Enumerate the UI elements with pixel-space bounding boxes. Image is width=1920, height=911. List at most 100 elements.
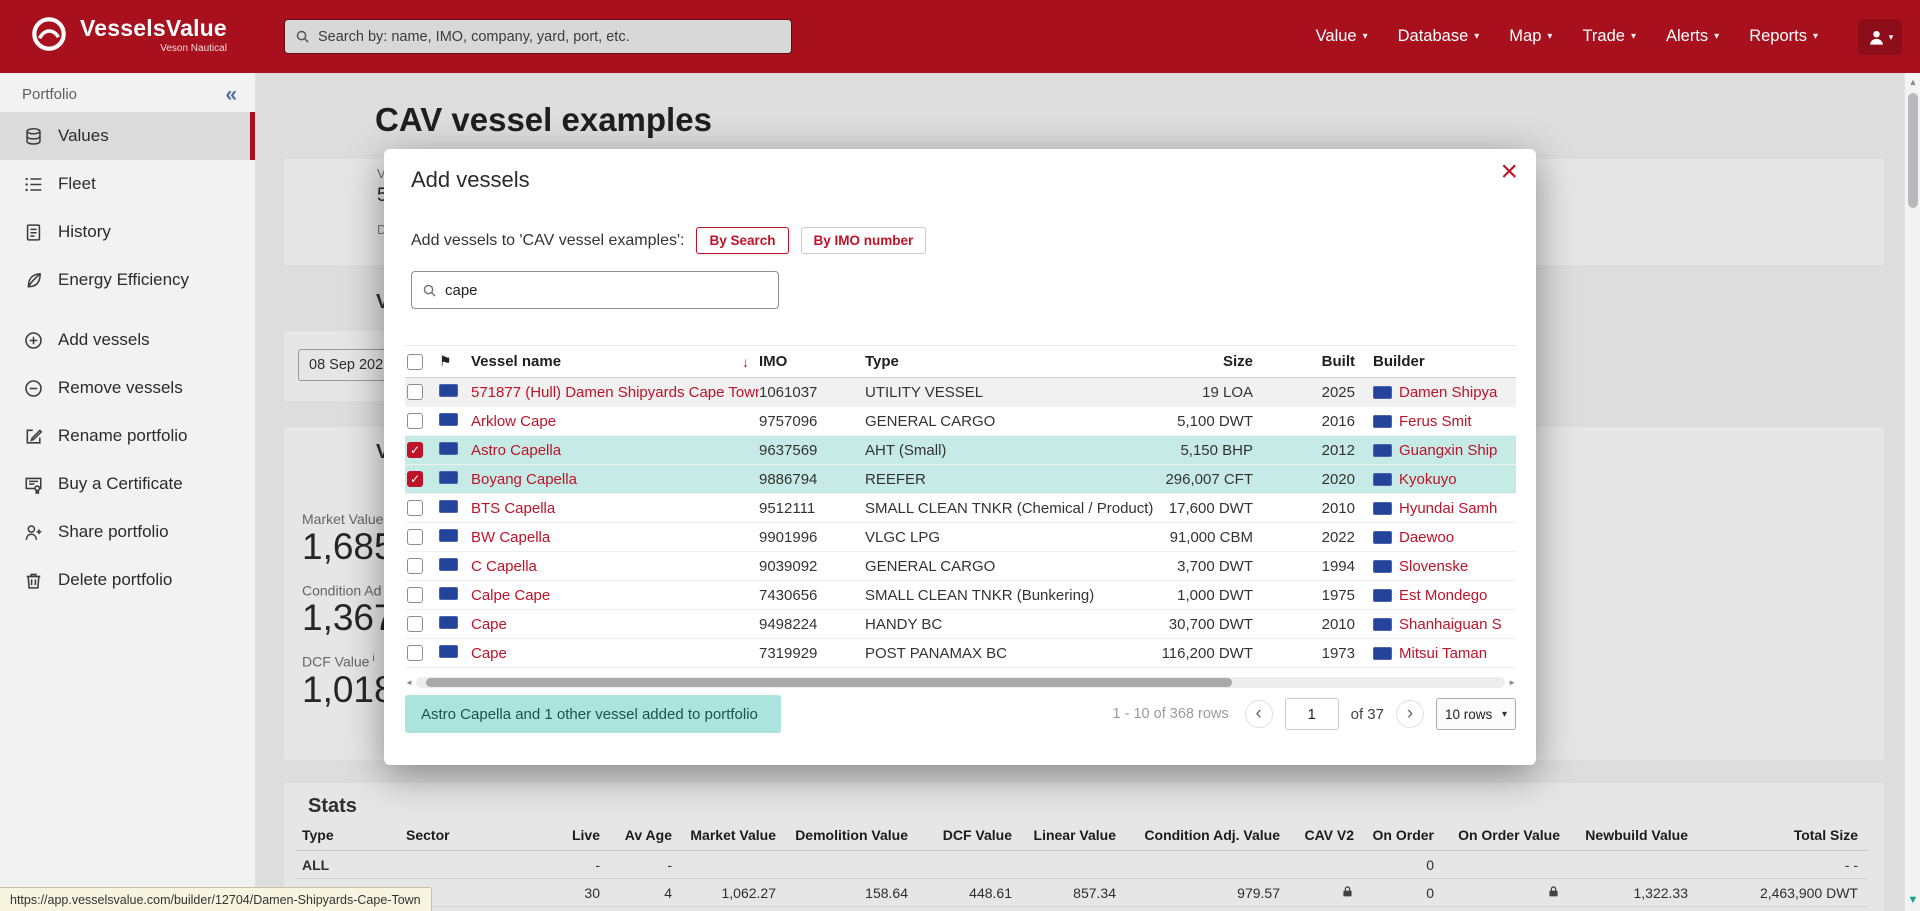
row-checkbox[interactable] — [407, 384, 423, 400]
sidebar-item-energy-efficiency[interactable]: Energy Efficiency — [0, 256, 255, 304]
sort-desc-icon[interactable]: ↓ — [742, 354, 749, 370]
scrollbar-thumb[interactable] — [1908, 93, 1918, 208]
vessel-name-link[interactable]: Boyang Capella — [471, 471, 577, 488]
sidebar-item-remove-vessels[interactable]: Remove vessels — [0, 364, 255, 412]
vessel-row[interactable]: Boyang Capella 9886794 REEFER 296,007 CF… — [405, 465, 1516, 494]
sidebar-item-fleet[interactable]: Fleet — [0, 160, 255, 208]
rows-per-page-select[interactable]: 10 rows ▾ — [1436, 698, 1516, 730]
collapse-sidebar-icon[interactable]: « — [225, 87, 237, 102]
vessel-name-link[interactable]: Astro Capella — [471, 442, 561, 459]
builder-flag-icon — [1373, 415, 1392, 428]
remove-circle-icon — [24, 379, 43, 398]
vessel-row[interactable]: Cape 7319929 POST PANAMAX BC 116,200 DWT… — [405, 639, 1516, 668]
close-icon[interactable]: × — [1500, 157, 1518, 187]
row-checkbox[interactable] — [407, 558, 423, 574]
next-page-button[interactable]: › — [1396, 700, 1424, 728]
vessel-flag-icon — [439, 442, 458, 455]
global-search[interactable] — [284, 19, 792, 54]
scroll-left-icon[interactable]: ◄ — [405, 678, 413, 687]
horizontal-scroll-thumb[interactable] — [426, 678, 1232, 687]
vessel-name-link[interactable]: Calpe Cape — [471, 587, 550, 604]
page-count-text: of 37 — [1351, 706, 1384, 723]
vessel-row[interactable]: BW Capella 9901996 VLGC LPG 91,000 CBM 2… — [405, 523, 1516, 552]
page-scrollbar[interactable]: ▲ ▼ — [1904, 73, 1920, 911]
sidebar-item-buy-a-certificate[interactable]: Buy a Certificate — [0, 460, 255, 508]
vessel-row[interactable]: Calpe Cape 7430656 SMALL CLEAN TNKR (Bun… — [405, 581, 1516, 610]
by-imo-number-button[interactable]: By IMO number — [801, 227, 927, 254]
column-header-builder[interactable]: Builder — [1373, 353, 1516, 370]
builder-link[interactable]: Ferus Smit — [1399, 413, 1472, 430]
sidebar-item-delete-portfolio[interactable]: Delete portfolio — [0, 556, 255, 604]
vessel-type: AHT (Small) — [865, 442, 1161, 459]
row-checkbox[interactable] — [407, 442, 423, 458]
vessel-built: 2020 — [1253, 471, 1355, 488]
builder-link[interactable]: Daewoo — [1399, 529, 1454, 546]
row-checkbox[interactable] — [407, 587, 423, 603]
vessel-row[interactable]: Astro Capella 9637569 AHT (Small) 5,150 … — [405, 436, 1516, 465]
builder-link[interactable]: Kyokuyo — [1399, 471, 1457, 488]
vessel-row[interactable]: Cape 9498224 HANDY BC 30,700 DWT 2010 Sh… — [405, 610, 1516, 639]
builder-link[interactable]: Mitsui Taman — [1399, 645, 1487, 662]
prev-page-button[interactable]: ‹ — [1245, 700, 1273, 728]
vessel-name-link[interactable]: Arklow Cape — [471, 413, 556, 430]
builder-link[interactable]: Damen Shipya — [1399, 384, 1497, 401]
global-search-input[interactable] — [318, 29, 781, 45]
vessel-search-input[interactable] — [445, 282, 768, 299]
sidebar-item-history[interactable]: History — [0, 208, 255, 256]
sidebar-item-share-portfolio[interactable]: Share portfolio — [0, 508, 255, 556]
top-nav-map[interactable]: Map ▾ — [1509, 27, 1552, 46]
select-all-checkbox[interactable] — [407, 354, 423, 370]
horizontal-scroll-track[interactable] — [416, 677, 1505, 688]
chevron-down-icon: ▾ — [1813, 31, 1818, 42]
scroll-right-icon[interactable]: ► — [1508, 678, 1516, 687]
vessel-name-link[interactable]: C Capella — [471, 558, 537, 575]
vessel-row[interactable]: 571877 (Hull) Damen Shipyards Cape Town … — [405, 378, 1516, 407]
top-nav-value[interactable]: Value ▾ — [1316, 27, 1368, 46]
builder-link[interactable]: Guangxin Ship — [1399, 442, 1497, 459]
row-checkbox[interactable] — [407, 529, 423, 545]
row-checkbox[interactable] — [407, 500, 423, 516]
top-nav-reports[interactable]: Reports ▾ — [1749, 27, 1818, 46]
top-nav-database[interactable]: Database ▾ — [1398, 27, 1480, 46]
sidebar-item-add-vessels[interactable]: Add vessels — [0, 316, 255, 364]
brand[interactable]: VesselsValue Veson Nautical — [28, 13, 227, 55]
top-nav: Value ▾ Database ▾ Map ▾ Trade ▾ Alerts … — [1316, 0, 1818, 73]
horizontal-scrollbar[interactable]: ◄ ► — [405, 676, 1516, 688]
vessel-search-box[interactable] — [411, 271, 779, 309]
by-search-button[interactable]: By Search — [696, 227, 788, 254]
builder-link[interactable]: Shanhaiguan S — [1399, 616, 1502, 633]
toast-notification: Astro Capella and 1 other vessel added t… — [405, 695, 781, 733]
page-number-input[interactable] — [1285, 698, 1339, 730]
add-vessels-prompt: Add vessels to 'CAV vessel examples': — [411, 232, 684, 250]
builder-flag-icon — [1373, 444, 1392, 457]
vessel-name-link[interactable]: BTS Capella — [471, 500, 555, 517]
column-header-built[interactable]: Built — [1253, 353, 1355, 370]
modal-title: Add vessels — [411, 167, 530, 193]
column-header-type[interactable]: Type — [865, 353, 1161, 370]
sidebar-item-values[interactable]: Values — [0, 112, 255, 160]
sidebar-item-rename-portfolio[interactable]: Rename portfolio — [0, 412, 255, 460]
vessel-row[interactable]: Arklow Cape 9757096 GENERAL CARGO 5,100 … — [405, 407, 1516, 436]
top-nav-alerts[interactable]: Alerts ▾ — [1666, 27, 1719, 46]
builder-link[interactable]: Slovenske — [1399, 558, 1468, 575]
builder-link[interactable]: Hyundai Samh — [1399, 500, 1497, 517]
vessel-row[interactable]: C Capella 9039092 GENERAL CARGO 3,700 DW… — [405, 552, 1516, 581]
column-header-vessel-name[interactable]: Vessel name — [471, 353, 561, 370]
row-checkbox[interactable] — [407, 471, 423, 487]
vessel-name-link[interactable]: Cape — [471, 645, 507, 662]
top-nav-trade[interactable]: Trade ▾ — [1582, 27, 1636, 46]
scroll-up-icon[interactable]: ▲ — [1905, 77, 1920, 87]
row-checkbox[interactable] — [407, 413, 423, 429]
vessel-name-link[interactable]: 571877 (Hull) Damen Shipyards Cape Town — [471, 384, 759, 401]
user-menu-button[interactable]: ▾ — [1858, 19, 1902, 55]
user-icon — [1867, 28, 1886, 47]
row-checkbox[interactable] — [407, 645, 423, 661]
vessel-name-link[interactable]: BW Capella — [471, 529, 550, 546]
column-header-size[interactable]: Size — [1161, 353, 1253, 370]
vessel-type: POST PANAMAX BC — [865, 645, 1161, 662]
row-checkbox[interactable] — [407, 616, 423, 632]
vessel-row[interactable]: BTS Capella 9512111 SMALL CLEAN TNKR (Ch… — [405, 494, 1516, 523]
vessel-name-link[interactable]: Cape — [471, 616, 507, 633]
builder-link[interactable]: Est Mondego — [1399, 587, 1487, 604]
column-header-imo[interactable]: IMO — [759, 353, 865, 370]
